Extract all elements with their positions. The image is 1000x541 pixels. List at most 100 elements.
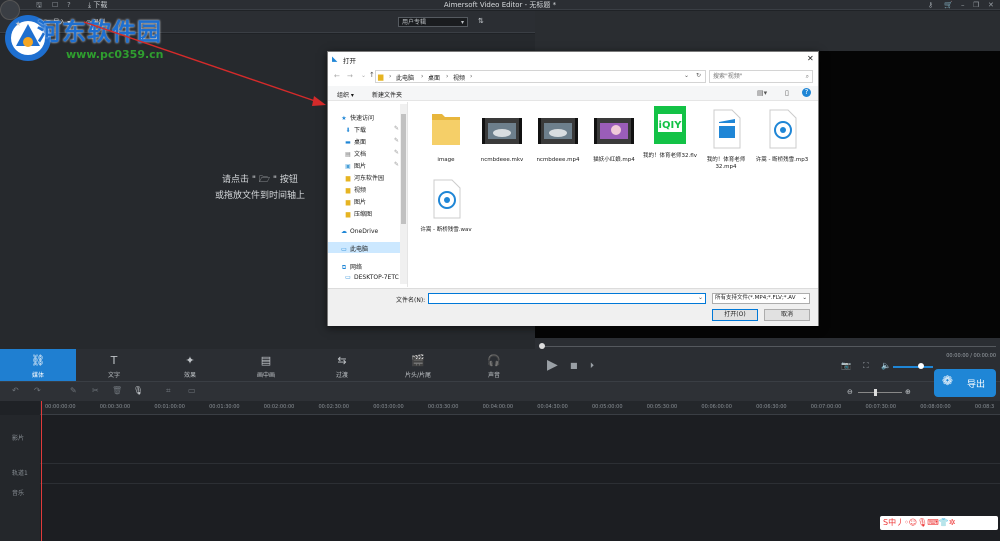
play-icon[interactable]: ▶ xyxy=(547,357,558,373)
forward-icon[interactable]: → xyxy=(347,72,353,80)
volume-handle[interactable] xyxy=(918,363,924,369)
tab-intro[interactable]: 🎬 片头/片尾 xyxy=(380,349,456,381)
tab-text[interactable]: T 文字 xyxy=(76,349,152,381)
tab-transition[interactable]: ⇆ 过渡 xyxy=(304,349,380,381)
progress-handle[interactable] xyxy=(539,343,545,349)
progress-track[interactable] xyxy=(541,346,996,347)
open-file-dialog: ◣ 打开 ✕ ← → ⌄ ↑ ▆ › 此电脑 › 桌面 › 视频 › ⌄ ↻ 搜… xyxy=(327,51,819,326)
chevron-down-icon[interactable]: ⌄ xyxy=(698,294,703,301)
stop-icon[interactable]: ■ xyxy=(570,361,578,370)
nav-network[interactable]: ⧉ 网络 xyxy=(340,262,362,272)
file-type-select[interactable]: 所有支持文件(*.MP4;*.FLV;*.AV ⌄ xyxy=(712,293,810,304)
zoom-slider[interactable] xyxy=(858,392,902,393)
cart-icon[interactable]: 🛒 xyxy=(944,0,953,10)
nav-documents[interactable]: ▤ 文档 ✎ xyxy=(344,149,399,158)
key-icon[interactable]: ⚷ xyxy=(928,0,933,10)
minimize-icon[interactable]: – xyxy=(961,0,965,10)
playhead[interactable] xyxy=(41,401,42,541)
nav-scroll-thumb[interactable] xyxy=(401,114,406,224)
snapshot-icon[interactable]: 📷 xyxy=(841,361,851,370)
pip-icon: ▤ xyxy=(260,354,272,367)
file-item[interactable]: 许嵩 - 断桥残雪.wav xyxy=(418,178,474,234)
nav-desktop[interactable]: ▬ 桌面 ✎ xyxy=(344,137,399,146)
file-item[interactable]: 我的！体育老师32.mp4 xyxy=(698,108,754,171)
zoom-out-icon[interactable]: ⊖ xyxy=(847,388,853,396)
album-select[interactable]: 用户专辑 ▾ xyxy=(398,17,468,27)
breadcrumb-this-pc[interactable]: 此电脑 xyxy=(396,73,414,82)
filename-input[interactable]: ⌄ xyxy=(428,293,706,304)
tab-effects[interactable]: ✦ 效果 xyxy=(152,349,228,381)
close-icon[interactable]: ✕ xyxy=(807,54,814,63)
file-item[interactable]: image xyxy=(418,108,474,164)
sort-icon[interactable]: ⇅ xyxy=(478,17,484,25)
back-icon[interactable]: ← xyxy=(334,72,340,80)
refresh-icon[interactable]: ↻ xyxy=(696,72,701,79)
nav-onedrive[interactable]: ☁ OneDrive xyxy=(340,228,378,235)
recent-icon[interactable]: ⌄ xyxy=(361,72,366,79)
chevron-down-icon: ⌄ xyxy=(802,295,807,301)
file-item[interactable]: iQIY 我的！体育老师32.flv xyxy=(642,104,698,160)
preview-pane-icon[interactable]: ▯ xyxy=(785,89,789,97)
file-item[interactable]: 许嵩 - 断桥残雪.mp3 xyxy=(754,108,810,164)
document-icon: ▤ xyxy=(345,151,351,158)
volume-icon[interactable]: 🔈 xyxy=(881,361,891,370)
nav-downloads[interactable]: ⬇ 下载 ✎ xyxy=(344,125,399,134)
edit-icon[interactable]: ✎ xyxy=(70,386,77,395)
export-button[interactable]: ❁ 导出 xyxy=(934,369,996,397)
help-icon[interactable]: ? xyxy=(802,88,811,97)
file-item[interactable]: ncmbdeee.mkv xyxy=(474,108,530,164)
time-display: 00:00:00 / 00:00:00 xyxy=(946,353,996,359)
nav-compressed[interactable]: ▆ 压缩图 xyxy=(344,209,372,218)
volume-slider[interactable] xyxy=(893,366,933,368)
text-icon: T xyxy=(110,354,118,367)
open-button[interactable]: 打开(O) xyxy=(712,309,758,321)
breadcrumb-desktop[interactable]: 桌面 xyxy=(428,73,440,82)
nav-pictures-folder[interactable]: ▆ 图片 xyxy=(344,197,366,206)
track-label-video: 影片 xyxy=(12,435,25,442)
nav-desktop-pc[interactable]: ▭ DESKTOP-7ETC xyxy=(344,274,399,281)
tab-pip[interactable]: ▤ 画中画 xyxy=(228,349,304,381)
zoom-handle[interactable] xyxy=(874,389,877,396)
zoom-in-icon[interactable]: ⊕ xyxy=(905,388,911,396)
fullscreen-icon[interactable]: ⛶ xyxy=(863,361,869,371)
clapperboard-icon xyxy=(713,109,741,149)
nav-videos-folder[interactable]: ▆ 视频 xyxy=(344,185,366,194)
nav-pictures[interactable]: ▣ 图片 ✎ xyxy=(344,161,399,170)
breadcrumb-videos[interactable]: 视频 xyxy=(453,73,465,82)
download-icon: ⬇ xyxy=(345,127,351,134)
ruler-tick-label: 00:07:30:00 xyxy=(865,404,897,410)
new-folder-button[interactable]: 新建文件夹 xyxy=(372,90,402,99)
nav-hedong[interactable]: ▆ 河东软件园 xyxy=(344,173,384,182)
nav-scrollbar[interactable] xyxy=(400,104,407,284)
desktop-icon: ▬ xyxy=(345,139,351,146)
nav-this-pc[interactable]: ▭ 此电脑 xyxy=(340,244,368,253)
cut-icon[interactable]: ✂ xyxy=(92,386,99,395)
close-icon[interactable]: ✕ xyxy=(988,0,994,10)
ruler-tick-label: 00:06:30:00 xyxy=(756,404,787,410)
search-input[interactable]: 搜索"视频" ⌕ xyxy=(709,70,813,83)
speed-icon[interactable]: ▭ xyxy=(188,386,196,395)
nav-quick-access[interactable]: ★ 快速访问 xyxy=(340,113,374,122)
folder-icon: ▆ xyxy=(345,199,351,206)
organize-button[interactable]: 组织 ▾ xyxy=(337,90,354,99)
chevron-down-icon[interactable]: ⌄ xyxy=(684,72,689,79)
tab-media[interactable]: ⛓ 媒体 xyxy=(0,349,76,381)
ime-toolbar[interactable]: S中丿◦☺🎙⌨👕✲ xyxy=(880,516,998,530)
timeline-ruler[interactable]: 00:00:00:00 00:00:30:00 00:01:00:00 00:01:3… xyxy=(40,401,1000,415)
function-tabs: ⛓ 媒体 T 文字 ✦ 效果 ▤ 画中画 ⇆ 过渡 🎬 片头/片尾 🎧 声音 xyxy=(0,349,535,381)
restore-icon[interactable]: ❐ xyxy=(973,0,979,10)
undo-icon[interactable]: ↶ xyxy=(12,386,19,395)
redo-icon[interactable]: ↷ xyxy=(34,386,41,395)
cancel-button[interactable]: 取消 xyxy=(764,309,810,321)
address-bar[interactable]: ▆ › 此电脑 › 桌面 › 视频 › ⌄ ↻ xyxy=(375,70,706,83)
view-options-icon[interactable]: ▤▾ xyxy=(757,89,767,97)
microphone-icon[interactable]: 🎙 xyxy=(133,386,143,395)
cloud-icon: ☁ xyxy=(341,228,347,235)
delete-icon[interactable]: 🗑 xyxy=(112,386,122,395)
next-frame-icon[interactable]: ⏵ xyxy=(590,361,594,371)
crop-icon[interactable]: ⌗ xyxy=(166,386,171,396)
up-icon[interactable]: ↑ xyxy=(369,71,375,79)
file-item[interactable]: ncmbdeee.mp4 xyxy=(530,108,586,164)
tab-sound[interactable]: 🎧 声音 xyxy=(456,349,532,381)
file-item[interactable]: 猫妖小红娘.mp4 xyxy=(586,108,642,164)
